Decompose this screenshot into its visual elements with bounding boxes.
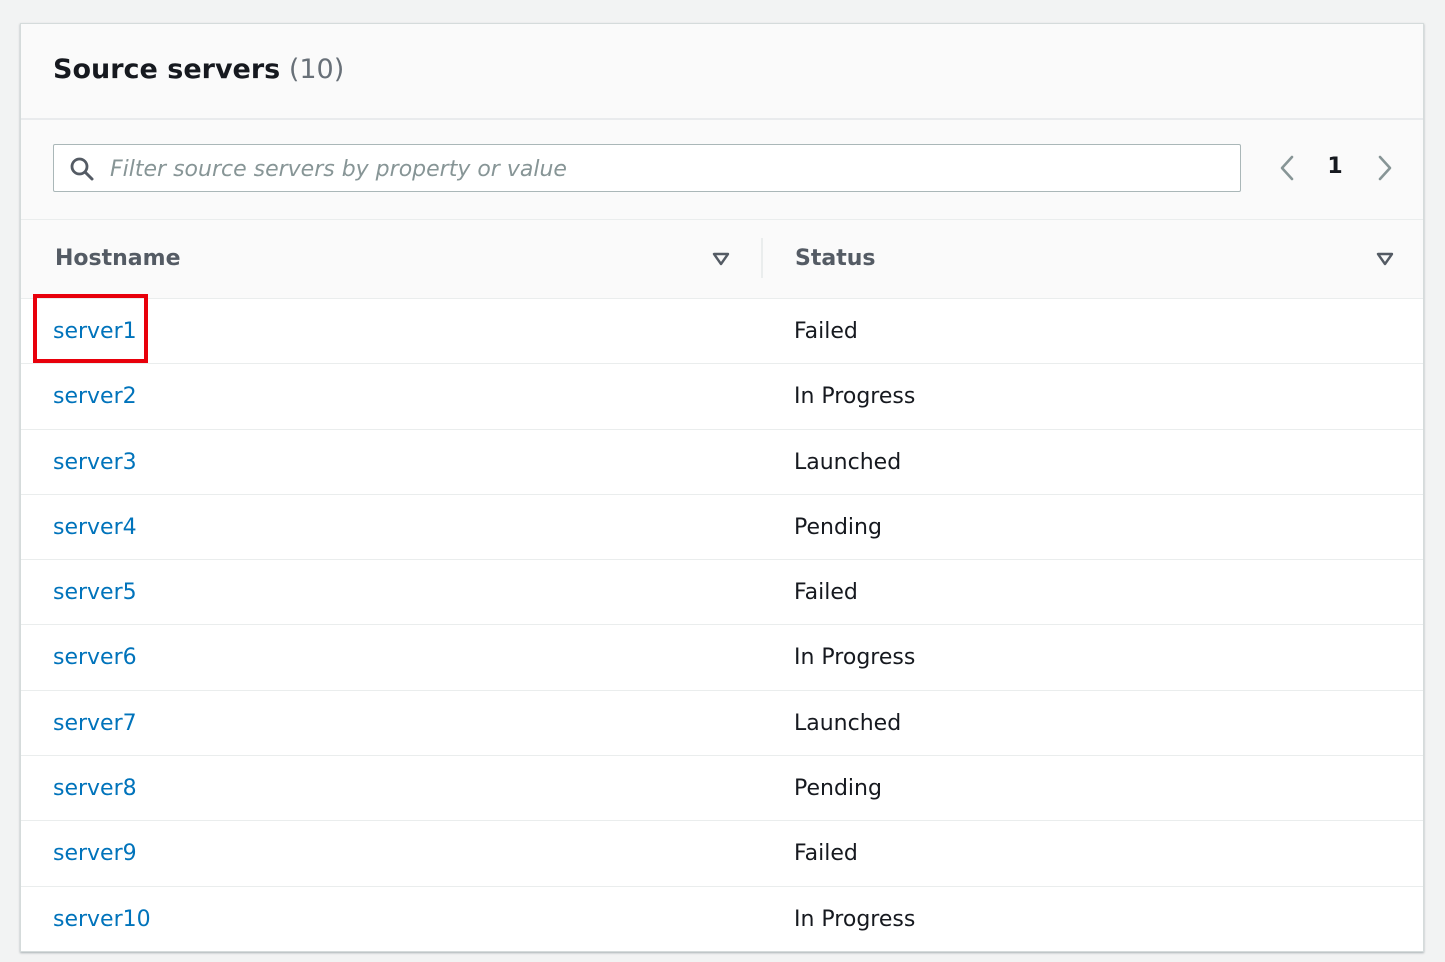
hostname-link[interactable]: server2 (53, 384, 137, 409)
hostname-link[interactable]: server1 (53, 319, 137, 344)
table-row: server9 Failed (21, 821, 1423, 887)
sort-caret-down-icon[interactable] (1375, 250, 1395, 268)
search-input[interactable] (108, 151, 1222, 187)
hostname-link[interactable]: server7 (53, 711, 137, 736)
panel-title: Source servers (53, 54, 281, 85)
chevron-left-icon[interactable] (1273, 152, 1301, 184)
status-cell: Failed (794, 319, 858, 344)
table-row: server10 In Progress (21, 887, 1423, 952)
table-toolbar: 1 (21, 120, 1423, 220)
hostname-link[interactable]: server10 (53, 907, 151, 932)
hostname-link[interactable]: server4 (53, 515, 137, 540)
table-row: server2 In Progress (21, 364, 1423, 430)
sort-caret-down-icon[interactable] (711, 250, 731, 268)
page-title: Source servers (10) (53, 54, 344, 85)
hostname-link[interactable]: server8 (53, 776, 137, 801)
hostname-link[interactable]: server6 (53, 645, 137, 670)
table-row: server8 Pending (21, 756, 1423, 822)
chevron-right-icon[interactable] (1371, 152, 1399, 184)
status-cell: Failed (794, 580, 858, 606)
status-cell: In Progress (794, 384, 916, 410)
table-row: server5 Failed (21, 560, 1423, 626)
source-servers-panel: Source servers (10) 1 Hostname Status (20, 23, 1424, 952)
column-header-hostname[interactable]: Hostname (55, 246, 181, 271)
status-cell: Launched (794, 449, 902, 475)
table-row: server6 In Progress (21, 625, 1423, 691)
search-icon (70, 157, 94, 181)
table-header: Hostname Status (21, 220, 1423, 299)
hostname-link[interactable]: server9 (53, 841, 137, 866)
table-row: server1 Failed (21, 299, 1423, 365)
table-body: server1 Failed server2 In Progress serve… (21, 299, 1423, 952)
status-cell: Pending (794, 776, 882, 802)
table-row: server7 Launched (21, 691, 1423, 757)
status-cell: Pending (794, 514, 882, 540)
hostname-link[interactable]: server3 (53, 450, 137, 475)
column-header-status[interactable]: Status (795, 246, 875, 271)
status-cell: Failed (794, 841, 858, 867)
column-divider[interactable] (761, 238, 763, 278)
server-count: (10) (288, 54, 345, 85)
filter-box[interactable] (53, 144, 1241, 192)
table-row: server3 Launched (21, 430, 1423, 495)
panel-header: Source servers (10) (21, 24, 1423, 120)
status-cell: Launched (794, 710, 902, 736)
current-page-number[interactable]: 1 (1321, 154, 1349, 179)
status-cell: In Progress (794, 645, 916, 671)
status-cell: In Progress (794, 906, 916, 932)
table-row: server4 Pending (21, 495, 1423, 561)
hostname-link[interactable]: server5 (53, 580, 137, 605)
